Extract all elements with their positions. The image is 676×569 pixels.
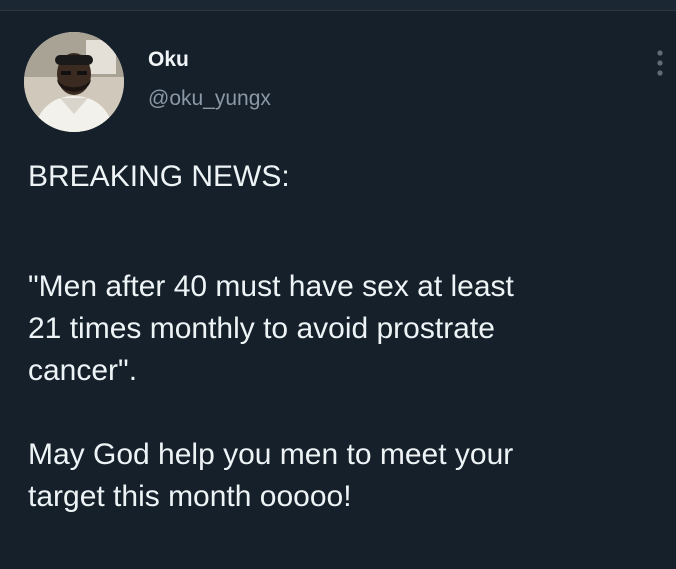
headline-text: BREAKING NEWS: (28, 160, 290, 193)
closing-line: target this month ooooo! (28, 480, 352, 513)
quote-line: "Men after 40 must have sex at least (28, 270, 514, 303)
quote-line: 21 times monthly to avoid prostrate (28, 312, 495, 345)
quote-paragraph: "Men after 40 must have sex at least 21 … (28, 266, 668, 392)
author-handle[interactable]: @oku_yungx (148, 87, 271, 111)
author-name[interactable]: Oku (148, 48, 189, 72)
closing-paragraph: May God help you men to meet your target… (28, 434, 668, 518)
more-options-icon[interactable] (654, 48, 666, 78)
tweet-card[interactable]: Oku @oku_yungx BREAKING NEWS: "Men after… (0, 0, 676, 569)
avatar[interactable] (24, 32, 124, 132)
quote-line: cancer". (28, 354, 138, 387)
closing-line: May God help you men to meet your (28, 438, 514, 471)
tweet-text: BREAKING NEWS: "Men after 40 must have s… (28, 156, 668, 518)
profile-photo-icon (24, 32, 124, 132)
